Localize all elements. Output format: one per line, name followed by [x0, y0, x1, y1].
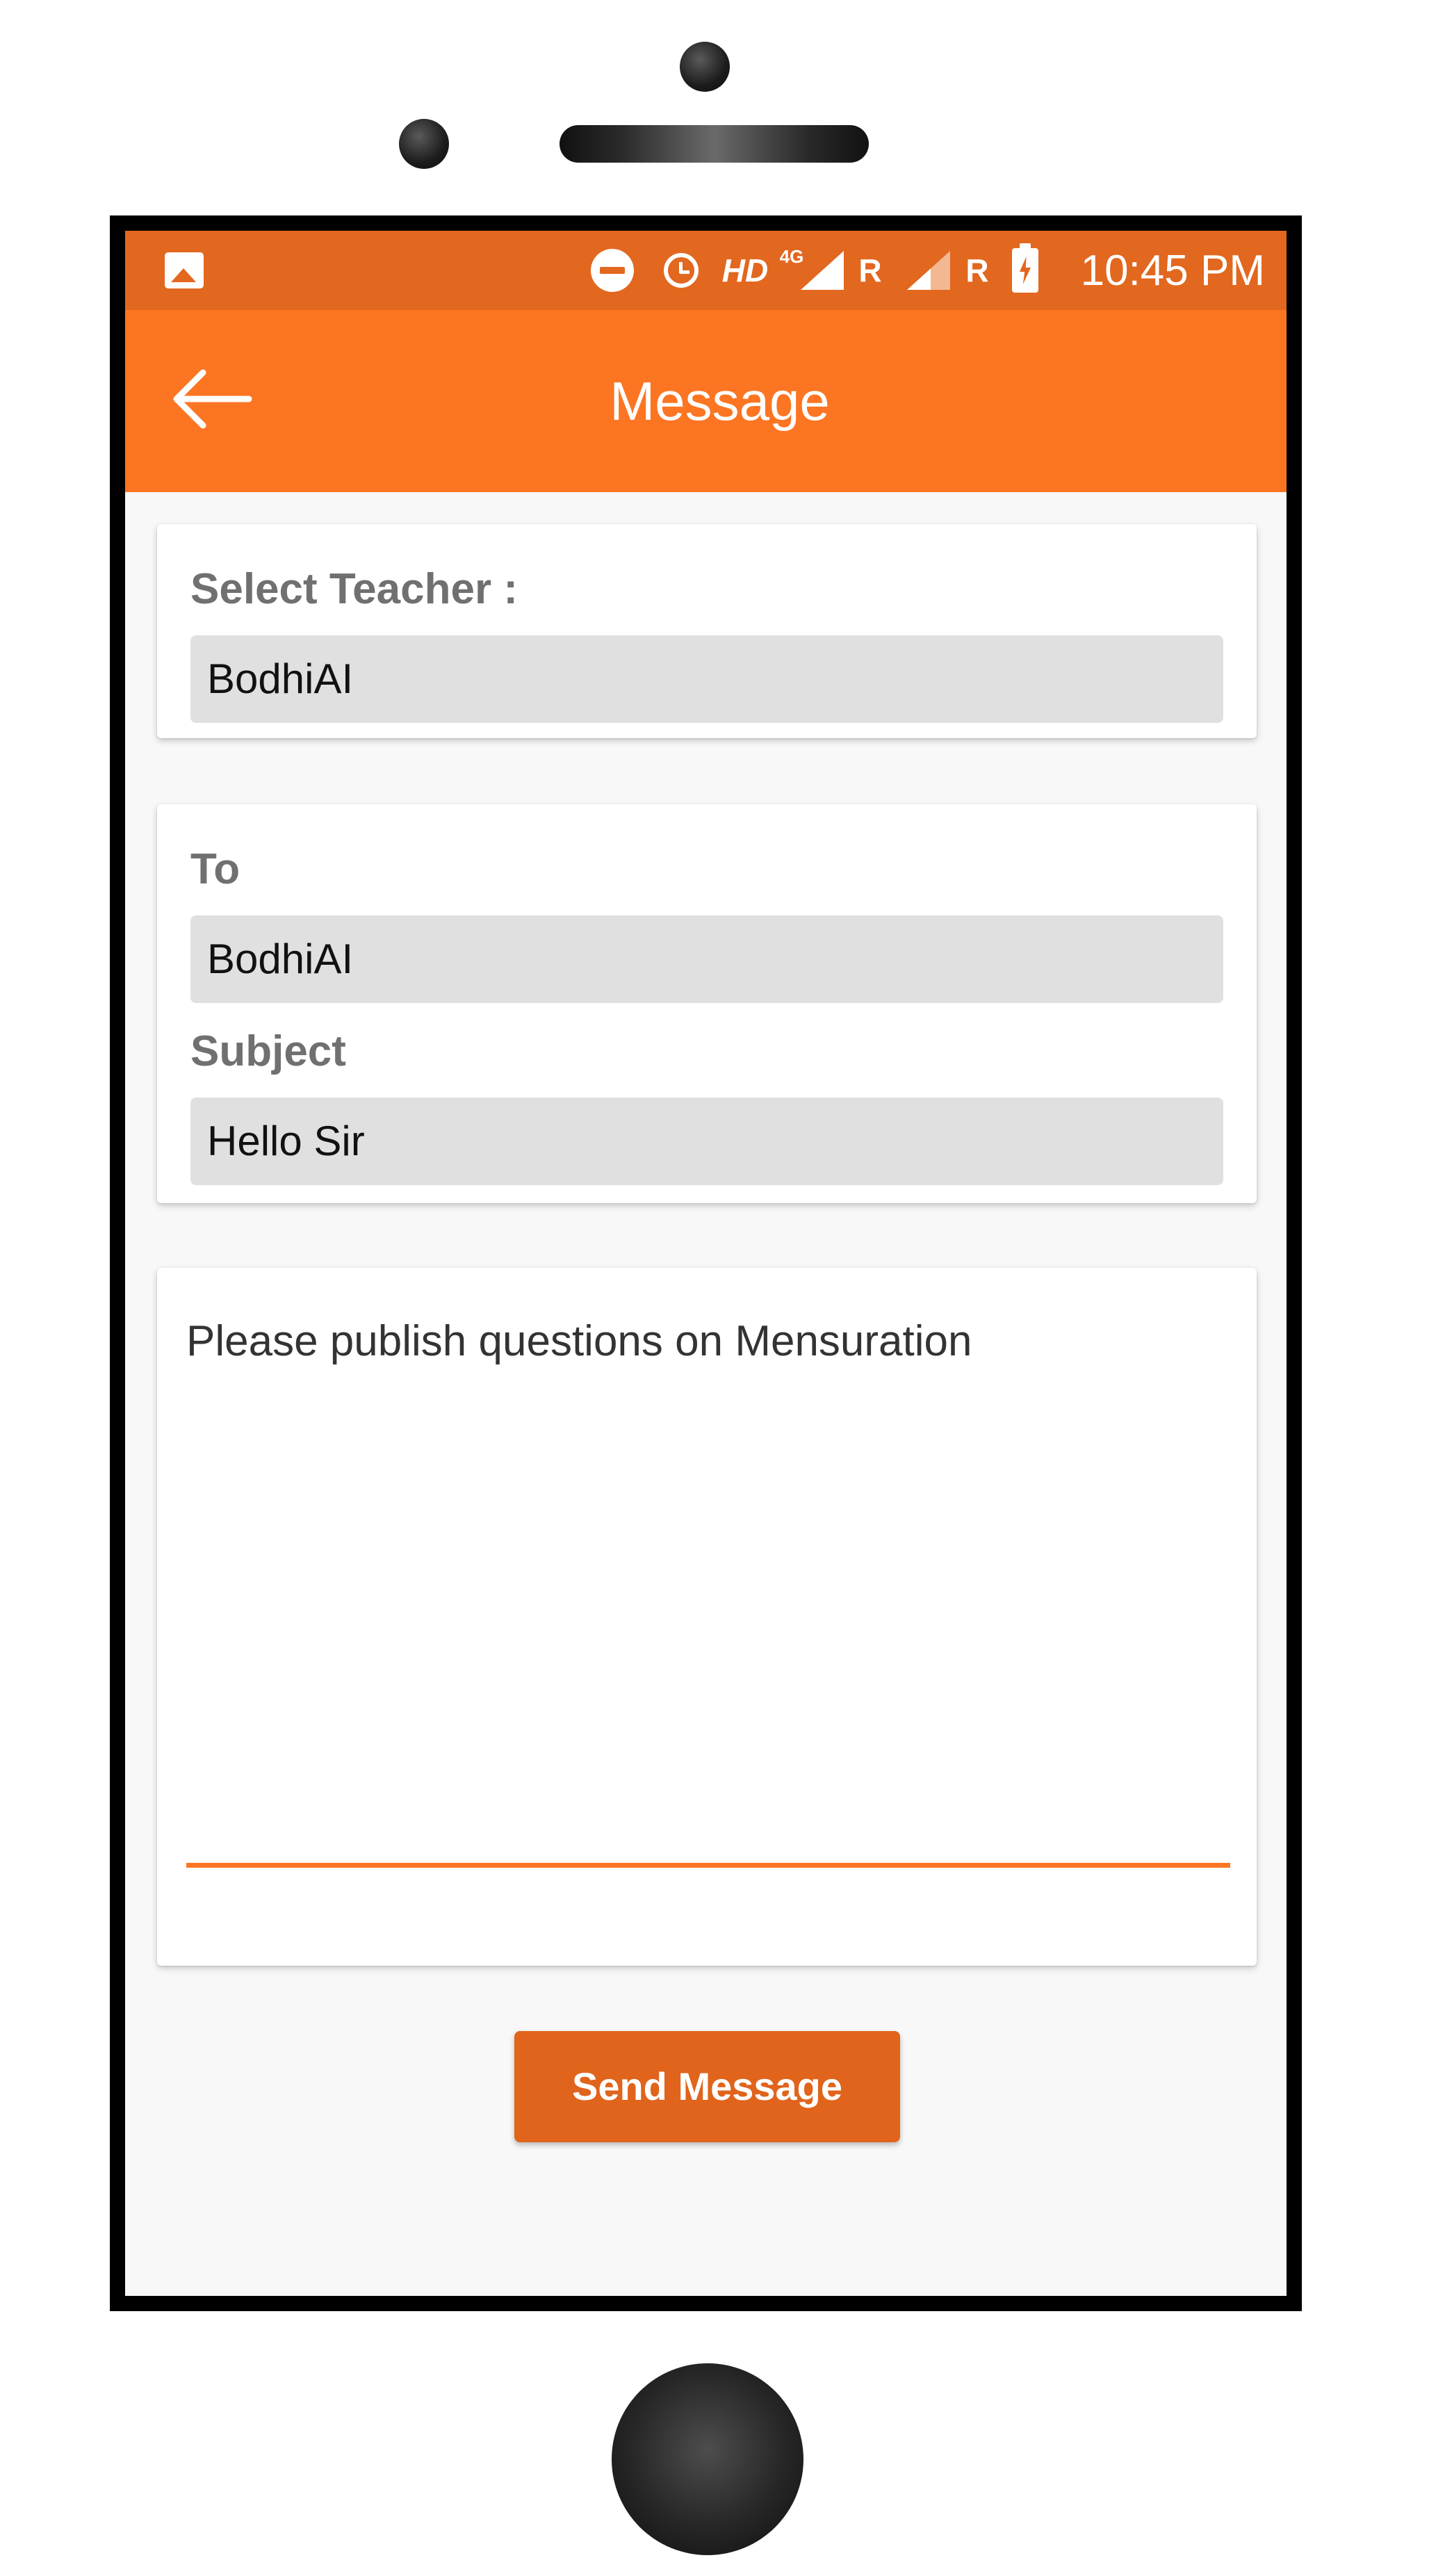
screen: HD 4G R R 10:45 PM Message Select Teache…	[125, 231, 1287, 2296]
to-field[interactable]: BodhiAI	[190, 915, 1223, 1003]
back-button[interactable]	[167, 364, 257, 434]
network-type-label: 4G	[779, 246, 804, 267]
earpiece-speaker	[560, 125, 869, 163]
page-title: Message	[610, 370, 830, 432]
battery-charging-icon	[1009, 231, 1041, 310]
signal-icon	[801, 251, 844, 290]
front-camera	[680, 42, 730, 92]
roaming-label: R	[965, 252, 989, 288]
home-button[interactable]	[612, 2363, 803, 2555]
hd-label: HD	[721, 252, 769, 288]
teacher-card: Select Teacher : BodhiAI	[157, 524, 1257, 738]
select-teacher-label: Select Teacher :	[190, 565, 518, 613]
alarm-icon	[657, 231, 705, 310]
teacher-select[interactable]: BodhiAI	[190, 635, 1223, 723]
do-not-disturb-icon	[588, 231, 637, 310]
to-label: To	[190, 845, 240, 893]
image-icon	[161, 231, 207, 310]
status-bar: HD 4G R R 10:45 PM	[125, 231, 1287, 310]
status-time: 10:45 PM	[1080, 246, 1265, 295]
arrow-left-icon	[173, 369, 252, 429]
proximity-sensor	[399, 119, 449, 169]
input-underline	[186, 1863, 1230, 1868]
recipient-card: To BodhiAI Subject Hello Sir	[157, 804, 1257, 1203]
app-bar: Message	[125, 310, 1287, 492]
message-card[interactable]: Please publish questions on Mensuration	[157, 1268, 1257, 1966]
send-message-button[interactable]: Send Message	[514, 2031, 900, 2142]
subject-label: Subject	[190, 1027, 346, 1075]
roaming-label: R	[858, 252, 882, 288]
message-body-field[interactable]: Please publish questions on Mensuration	[186, 1316, 1229, 1366]
signal-icon	[907, 251, 950, 290]
subject-field[interactable]: Hello Sir	[190, 1098, 1223, 1185]
